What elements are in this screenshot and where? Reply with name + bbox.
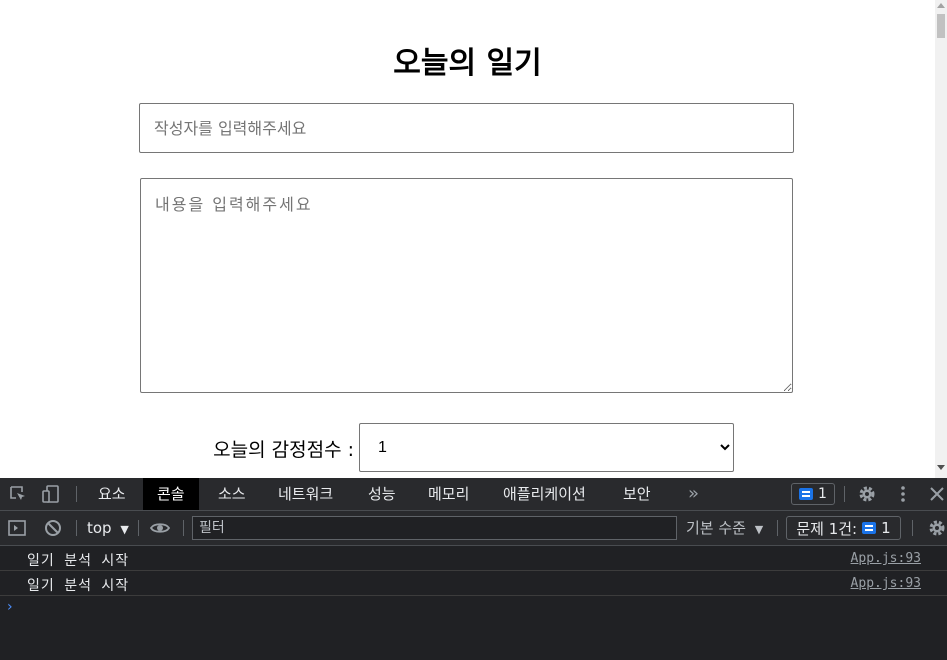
console-log-row: 일기 분석 시작 App.js:93 [0, 546, 947, 571]
issues-button[interactable]: 문제 1건: 1 [786, 516, 901, 540]
scroll-down-arrow-icon[interactable] [937, 465, 945, 470]
more-options-icon[interactable] [893, 484, 913, 504]
close-icon[interactable] [927, 484, 947, 504]
clear-console-icon[interactable] [43, 518, 63, 538]
tab-network[interactable]: 네트워크 [264, 478, 347, 510]
issues-badge[interactable]: 1 [791, 483, 835, 505]
device-toolbar-icon[interactable] [41, 484, 61, 504]
scrollbar-thumb[interactable] [937, 14, 945, 38]
console-toolbar: top ▼ 기본 수준 ▼ 문제 1건: 1 [0, 511, 947, 546]
console-prompt[interactable]: › [7, 599, 13, 615]
divider [76, 520, 77, 536]
emotion-label: 오늘의 감정점수 : [213, 439, 354, 461]
chevron-down-icon: ▼ [120, 523, 129, 536]
console-log-row: 일기 분석 시작 App.js:93 [0, 571, 947, 596]
filter-input[interactable] [192, 516, 677, 540]
context-select[interactable]: top ▼ [87, 511, 129, 545]
log-message: 일기 분석 시작 [27, 553, 130, 569]
message-icon [862, 522, 877, 534]
tab-console[interactable]: 콘솔 [143, 478, 199, 510]
divider [844, 486, 845, 502]
console-settings-gear-icon[interactable] [927, 518, 947, 538]
chevron-down-icon: ▼ [754, 523, 764, 536]
issues-label: 문제 1건: [796, 519, 858, 538]
tab-security[interactable]: 보안 [609, 478, 665, 510]
divider [912, 520, 913, 536]
sidebar-toggle-icon[interactable] [7, 518, 27, 538]
devtools-tabbar: 요소 콘솔 소스 네트워크 성능 메모리 애플리케이션 보안 » 1 [0, 478, 947, 511]
tab-memory[interactable]: 메모리 [414, 478, 483, 510]
page-viewport: 오늘의 일기 오늘의 감정점수 : 1 [0, 0, 935, 478]
author-input[interactable] [139, 103, 794, 153]
divider [138, 520, 139, 536]
devtools-panel: 요소 콘솔 소스 네트워크 성능 메모리 애플리케이션 보안 » 1 top ▼… [0, 478, 947, 660]
divider [183, 520, 184, 536]
emotion-row: 오늘의 감정점수 : 1 [0, 423, 935, 472]
live-expression-eye-icon[interactable] [150, 518, 170, 538]
settings-gear-icon[interactable] [857, 484, 877, 504]
log-level-select[interactable]: 기본 수준 ▼ [686, 511, 763, 545]
content-textarea[interactable] [140, 178, 793, 393]
divider [777, 520, 778, 536]
issue-count: 1 [818, 486, 827, 502]
scroll-up-arrow-icon[interactable] [937, 3, 945, 8]
issues-count: 1 [881, 519, 891, 537]
log-level-value: 기본 수준 [686, 519, 746, 537]
page-scrollbar[interactable] [935, 0, 947, 478]
tab-sources[interactable]: 소스 [204, 478, 260, 510]
emotion-select[interactable]: 1 [359, 423, 734, 472]
inspect-element-icon[interactable] [8, 484, 28, 504]
message-icon [799, 488, 814, 500]
tab-performance[interactable]: 성능 [354, 478, 410, 510]
log-source-link[interactable]: App.js:93 [851, 576, 921, 591]
tab-elements[interactable]: 요소 [84, 478, 140, 510]
log-message: 일기 분석 시작 [27, 578, 130, 594]
tab-application[interactable]: 애플리케이션 [489, 478, 600, 510]
context-value: top [87, 519, 112, 537]
more-tabs-button[interactable]: » [688, 478, 699, 510]
log-source-link[interactable]: App.js:93 [851, 551, 921, 566]
divider [76, 486, 77, 502]
page-title: 오늘의 일기 [393, 46, 542, 81]
